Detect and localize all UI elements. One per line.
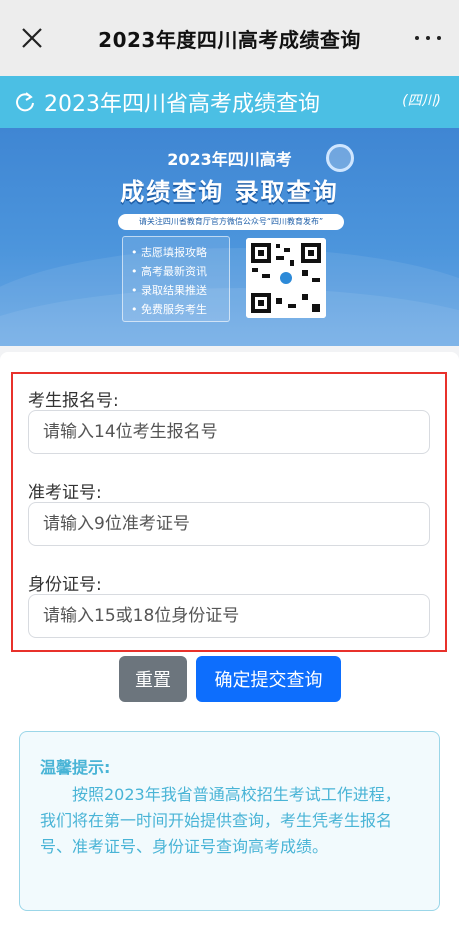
more-icon[interactable] xyxy=(415,24,441,52)
promo-banner: 2023年四川高考 成绩查询 录取查询 请关注四川省教育厅官方微信公众号“四川教… xyxy=(0,128,459,346)
header-title: 2023年四川省高考成绩查询 xyxy=(44,92,320,117)
banner-follow-note: 请关注四川省教育厅官方微信公众号“四川教育发布” xyxy=(118,214,344,230)
banner-main-line: 成绩查询 录取查询 xyxy=(120,178,339,206)
header-region-tag: (四川) xyxy=(402,93,441,109)
banner-feature-list: • 志愿填报攻略 • 高考最新资讯 • 录取结果推送 • 免费服务考生 xyxy=(122,236,230,322)
exam-number-input[interactable] xyxy=(28,502,430,546)
registration-number-label: 考生报名号: xyxy=(28,391,119,411)
banner-feature-item: • 免费服务考生 xyxy=(131,303,207,316)
search-icon xyxy=(326,144,354,172)
registration-number-input[interactable] xyxy=(28,410,430,454)
qr-code-image xyxy=(246,238,326,318)
refresh-icon[interactable] xyxy=(14,91,36,113)
banner-feature-item: • 录取结果推送 xyxy=(131,284,207,297)
close-icon[interactable] xyxy=(18,24,46,52)
notice-title: 温馨提示: xyxy=(40,758,111,777)
reset-button[interactable]: 重置 xyxy=(119,656,187,702)
banner-feature-item: • 高考最新资讯 xyxy=(131,265,207,278)
notice-box: 温馨提示: 按照2023年我省普通高校招生考试工作进程，我们将在第一时间开始提供… xyxy=(19,731,440,911)
site-header: 2023年四川省高考成绩查询 (四川) xyxy=(0,76,459,128)
exam-number-label: 准考证号: xyxy=(28,483,102,503)
banner-feature-item: • 志愿填报攻略 xyxy=(131,246,207,259)
submit-query-button[interactable]: 确定提交查询 xyxy=(196,656,341,702)
top-nav-bar: 2023年度四川高考成绩查询 xyxy=(0,0,459,76)
page-title: 2023年度四川高考成绩查询 xyxy=(98,27,361,52)
notice-body: 按照2023年我省普通高校招生考试工作进程，我们将在第一时间开始提供查询，考生凭… xyxy=(40,785,401,856)
id-number-input[interactable] xyxy=(28,594,430,638)
banner-year-line: 2023年四川高考 xyxy=(167,150,292,169)
id-number-label: 身份证号: xyxy=(28,575,102,595)
